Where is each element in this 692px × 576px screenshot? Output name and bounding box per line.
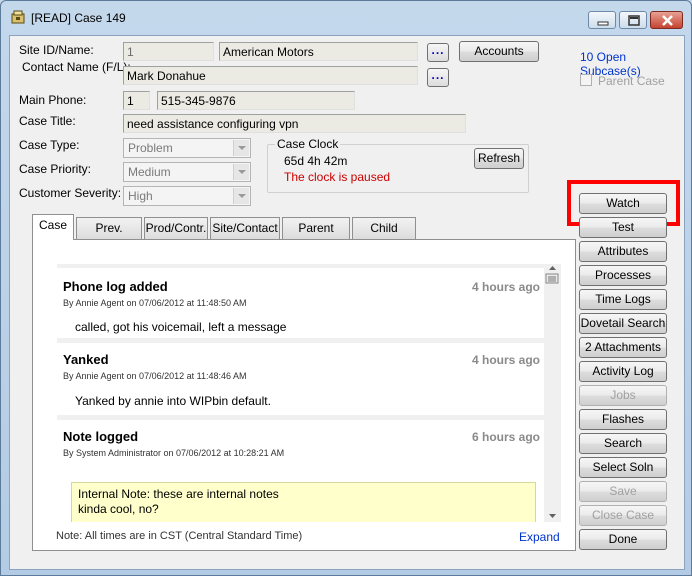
test-button[interactable]: Test [579, 217, 667, 238]
chevron-down-icon [233, 188, 249, 204]
title-bar[interactable]: [READ] Case 149 [1, 1, 691, 35]
attributes-button[interactable]: Attributes [579, 241, 667, 262]
select-soln-button[interactable]: Select Soln [579, 457, 667, 478]
entry-time: 4 hours ago [471, 353, 540, 367]
contact-name-field[interactable]: Mark Donahue [123, 66, 418, 85]
case-type-select[interactable]: Problem [123, 138, 251, 158]
processes-button[interactable]: Processes [579, 265, 667, 286]
site-name-field[interactable]: American Motors [219, 42, 418, 61]
case-priority-value: Medium [128, 165, 171, 179]
case-priority-select[interactable]: Medium [123, 162, 251, 182]
timezone-note: Note: All times are in CST (Central Stan… [56, 530, 303, 542]
refresh-button[interactable]: Refresh [474, 148, 524, 169]
accounts-button[interactable]: Accounts [459, 41, 539, 62]
jobs-button[interactable]: Jobs [579, 385, 667, 406]
minimize-button[interactable] [588, 11, 616, 29]
tab-child-cases[interactable]: Child Cases [352, 217, 416, 255]
entry-time: 4 hours ago [471, 280, 540, 294]
contact-label: Contact Name (F/L): [22, 60, 131, 74]
phone-number-field[interactable]: 515-345-9876 [157, 91, 355, 110]
scrollbar-graphic [545, 266, 559, 518]
tab-prod-contr[interactable]: Prod/Contr. [144, 217, 208, 239]
close-icon [662, 15, 673, 26]
case-title-field[interactable]: need assistance configuring vpn [123, 114, 466, 133]
close-case-button[interactable]: Close Case [579, 505, 667, 526]
expand-link[interactable]: Expand [519, 530, 560, 544]
entry-body: Yanked by annie into WIPbin default. [75, 394, 271, 408]
entry-body: called, got his voicemail, left a messag… [75, 320, 287, 334]
case-priority-label: Case Priority: [19, 162, 92, 176]
customer-severity-value: High [128, 189, 153, 203]
dovetail-search-button[interactable]: Dovetail Search [579, 313, 667, 334]
feed-entry: Phone log added 4 hours ago By Annie Age… [57, 268, 544, 338]
chevron-down-icon [233, 164, 249, 180]
feed-entry: Note logged 6 hours ago By System Admini… [57, 420, 544, 522]
save-button[interactable]: Save [579, 481, 667, 502]
activity-log-button[interactable]: Activity Log [579, 361, 667, 382]
site-id-field[interactable]: 1 [123, 42, 214, 61]
feed-scrollbar[interactable] [544, 264, 561, 522]
customer-severity-label: Customer Severity: [19, 186, 122, 200]
case-clock-elapsed: 65d 4h 42m [284, 154, 348, 168]
phone-prefix-field[interactable]: 1 [123, 91, 150, 110]
tab-prev-cases[interactable]: Prev. Cases [76, 217, 142, 255]
internal-note-box: Internal Note: these are internal notes … [71, 482, 536, 522]
attachments-button[interactable]: 2 Attachments [579, 337, 667, 358]
parent-case-label: Parent Case [598, 74, 665, 88]
case-clock-label: Case Clock [275, 137, 341, 151]
customer-severity-select[interactable]: High [123, 186, 251, 206]
app-icon [11, 10, 25, 24]
contact-lookup-button[interactable]: ... [427, 68, 449, 87]
site-label: Site ID/Name: [19, 43, 94, 57]
case-type-label: Case Type: [19, 138, 80, 152]
maximize-button[interactable] [619, 11, 647, 29]
close-window-button[interactable] [650, 11, 683, 29]
tab-parent-case[interactable]: Parent Case [282, 217, 350, 255]
note-line: Internal Note: these are internal notes [78, 487, 279, 501]
minimize-icon [597, 21, 609, 26]
entry-meta: By Annie Agent on 07/06/2012 at 11:48:46… [63, 371, 247, 381]
done-button[interactable]: Done [579, 529, 667, 550]
case-form: Site ID/Name: 1 American Motors ... Acco… [9, 35, 685, 570]
case-title-label: Case Title: [19, 114, 76, 128]
entry-meta: By Annie Agent on 07/06/2012 at 11:48:50… [63, 298, 247, 308]
case-tab-panel: Phone log added 4 hours ago By Annie Age… [32, 239, 576, 551]
watch-button[interactable]: Watch [579, 193, 667, 214]
entry-meta: By System Administrator on 07/06/2012 at… [63, 448, 285, 458]
tab-case[interactable]: Case [32, 214, 74, 240]
search-button[interactable]: Search [579, 433, 667, 454]
case-clock-status: The clock is paused [284, 170, 391, 184]
activity-feed: Phone log added 4 hours ago By Annie Age… [57, 264, 544, 522]
entry-title: Phone log added [63, 279, 168, 294]
entry-title: Note logged [63, 429, 139, 444]
feed-entry: Yanked 4 hours ago By Annie Agent on 07/… [57, 343, 544, 415]
chevron-down-icon [233, 140, 249, 156]
entry-time: 6 hours ago [471, 430, 540, 444]
flashes-button[interactable]: Flashes [579, 409, 667, 430]
time-logs-button[interactable]: Time Logs [579, 289, 667, 310]
entry-title: Yanked [63, 352, 109, 367]
app-window: [READ] Case 149 Site ID/Name: 1 American… [0, 0, 692, 576]
case-type-value: Problem [128, 141, 173, 155]
tab-site-contact[interactable]: Site/Contact [210, 217, 280, 239]
parent-case-checkbox[interactable] [580, 74, 592, 86]
window-title: [READ] Case 149 [31, 11, 126, 25]
site-lookup-button[interactable]: ... [427, 43, 449, 62]
phone-label: Main Phone: [19, 93, 87, 107]
note-line: kinda cool, no? [78, 502, 159, 516]
maximize-icon [628, 15, 640, 26]
